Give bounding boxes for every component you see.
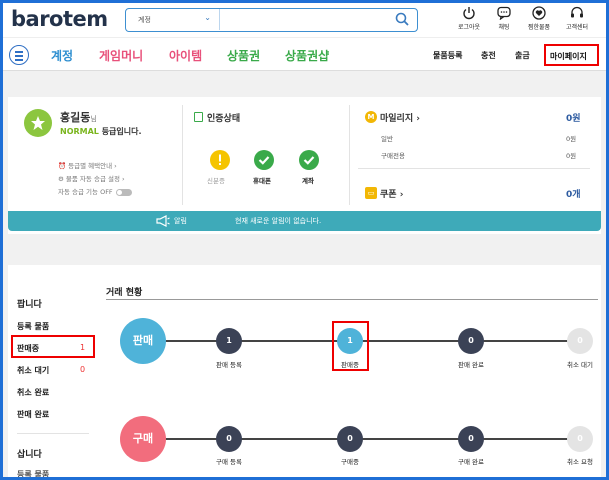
divider: [106, 299, 598, 300]
buy-step-label: 구매 등록: [216, 458, 242, 466]
sell-step-complete-node[interactable]: 0: [458, 328, 484, 354]
nav-gift-card-shop[interactable]: 상품권샵: [285, 47, 329, 64]
trade-section: 팝니다 등록 물품 판매중 1 취소 대기 0 취소 완료 판매 완료 삽니다 …: [8, 265, 601, 477]
highlight-box: [332, 321, 369, 371]
logout-button[interactable]: 로그아웃: [451, 6, 487, 36]
chat-icon: [497, 6, 511, 20]
megaphone-icon: [156, 215, 170, 227]
sell-cancel-pending-node[interactable]: 0: [567, 328, 593, 354]
toggle-switch[interactable]: [115, 188, 132, 196]
wishlist-button[interactable]: 찜한물품: [521, 6, 557, 36]
id-card-warning-icon: [210, 150, 230, 170]
logout-label: 로그아웃: [457, 24, 481, 31]
search-category-select[interactable]: 계정 ⌄: [126, 9, 220, 30]
wishlist-label: 찜한물품: [527, 24, 551, 31]
trade-status-title: 거래 현황: [106, 288, 143, 298]
auto-upgrade-settings-link[interactable]: ⚙ 물품 자동 승급 설정 ›: [58, 173, 125, 183]
sidebar-item-sell-complete[interactable]: 판매 완료: [17, 409, 49, 420]
headset-icon: [571, 6, 583, 18]
grade-benefits-link[interactable]: ⏰ 등급별 혜택안내 ›: [58, 160, 117, 170]
grade-badge-icon: [24, 109, 52, 137]
nav-item[interactable]: 아이템: [169, 47, 202, 64]
buy-step-registered-node[interactable]: 0: [216, 426, 242, 452]
buy-step-label: 취소 요청: [567, 458, 593, 466]
browser-frame: barotem 계정 ⌄ 로그아웃 채팅 찜한물품 고객센터 계정 게임머니 아…: [3, 3, 606, 477]
buy-badge: 구매: [120, 416, 166, 462]
verified-doc-icon: [194, 112, 203, 122]
highlight-box: [11, 335, 95, 358]
nav-game-money[interactable]: 게임머니: [99, 47, 143, 64]
mileage-row-value: 0원: [566, 135, 577, 143]
divider: [349, 105, 350, 205]
sidebar-sell-header: 팝니다: [17, 300, 42, 310]
sell-step-label: 판매 등록: [216, 361, 242, 369]
buy-step-label: 구매중: [341, 458, 359, 466]
hamburger-menu-icon[interactable]: [9, 45, 29, 65]
sidebar: 팝니다 등록 물품 판매중 1 취소 대기 0 취소 완료 판매 완료 삽니다 …: [8, 265, 96, 477]
search-icon[interactable]: [395, 12, 409, 26]
sell-badge: 판매: [120, 318, 166, 364]
verification-title: 인증상태: [194, 111, 240, 124]
mileage-total: 0원: [566, 114, 581, 124]
buy-step-buying-node[interactable]: 0: [337, 426, 363, 452]
main-nav: 계정 게임머니 아이템 상품권 상품권샵 물품등록 충전 출금 마이페이지: [3, 37, 606, 71]
nav-withdraw[interactable]: 출금: [515, 50, 530, 61]
coupon-count: 0개: [566, 190, 581, 200]
mileage-link[interactable]: 마일리지 ›: [380, 111, 420, 124]
divider: [182, 105, 183, 205]
nav-account[interactable]: 계정: [51, 47, 73, 64]
sidebar-item-sell-registered[interactable]: 등록 물품: [17, 321, 49, 332]
account-verified-check-icon: [299, 150, 319, 170]
chevron-down-icon: ⌄: [204, 13, 211, 22]
profile-card: 홍길동님 NORMAL 등급입니다. ⏰ 등급별 혜택안내 › ⚙ 물품 자동 …: [8, 97, 601, 234]
notification-bar: 알림 현재 새로운 알림이 없습니다.: [8, 211, 601, 231]
support-button[interactable]: 고객센터: [559, 6, 595, 36]
buy-step-label: 구매 완료: [458, 458, 484, 466]
notification-label: 알림: [174, 217, 187, 225]
sidebar-item-cancel-pending[interactable]: 취소 대기: [17, 365, 49, 376]
chat-label: 채팅: [498, 24, 510, 31]
sell-step-label: 판매 완료: [458, 361, 484, 369]
mileage-row-label: 일반: [381, 135, 393, 143]
nav-mypage[interactable]: 마이페이지: [544, 44, 599, 66]
phone-verified-check-icon: [254, 150, 274, 170]
divider: [17, 433, 89, 434]
mileage-row-value: 0원: [566, 152, 577, 160]
verification-label: 신분증: [207, 177, 225, 185]
nav-register-item[interactable]: 물품등록: [433, 50, 462, 61]
sidebar-item-cancel-complete[interactable]: 취소 완료: [17, 387, 49, 398]
logo[interactable]: barotem: [11, 7, 108, 31]
power-icon: [463, 7, 475, 20]
chat-button[interactable]: 채팅: [486, 6, 522, 36]
sell-step-registered-node[interactable]: 1: [216, 328, 242, 354]
sell-step-label: 취소 대기: [567, 361, 593, 369]
search-bar[interactable]: 계정 ⌄: [125, 8, 418, 32]
support-label: 고객센터: [565, 24, 589, 31]
auto-upgrade-toggle[interactable]: 자동 승급 기능 OFF: [58, 186, 132, 196]
user-grade: NORMAL 등급입니다.: [60, 127, 142, 136]
verification-label: 휴대폰: [253, 177, 271, 185]
coupon-link[interactable]: 쿠폰 ›: [380, 187, 403, 200]
sidebar-buy-header: 삽니다: [17, 450, 42, 460]
top-header: barotem 계정 ⌄ 로그아웃 채팅 찜한물품 고객센터: [3, 3, 606, 37]
mileage-row-label: 구매전용: [381, 152, 405, 160]
mileage-coin-icon: M: [365, 111, 377, 123]
buy-step-complete-node[interactable]: 0: [458, 426, 484, 452]
notification-message: 현재 새로운 알림이 없습니다.: [235, 217, 322, 225]
divider: [358, 168, 590, 169]
nav-gift-card[interactable]: 상품권: [227, 47, 260, 64]
cancel-pending-count: 0: [80, 365, 86, 374]
nav-charge[interactable]: 충전: [481, 50, 496, 61]
sidebar-item-buy-registered[interactable]: 등록 물품: [17, 469, 49, 477]
wishlist-icon: [532, 6, 546, 20]
coupon-icon: ▭: [365, 187, 377, 199]
user-name: 홍길동님: [60, 111, 97, 124]
buy-cancel-request-node[interactable]: 0: [567, 426, 593, 452]
verification-label: 계좌: [302, 177, 314, 185]
